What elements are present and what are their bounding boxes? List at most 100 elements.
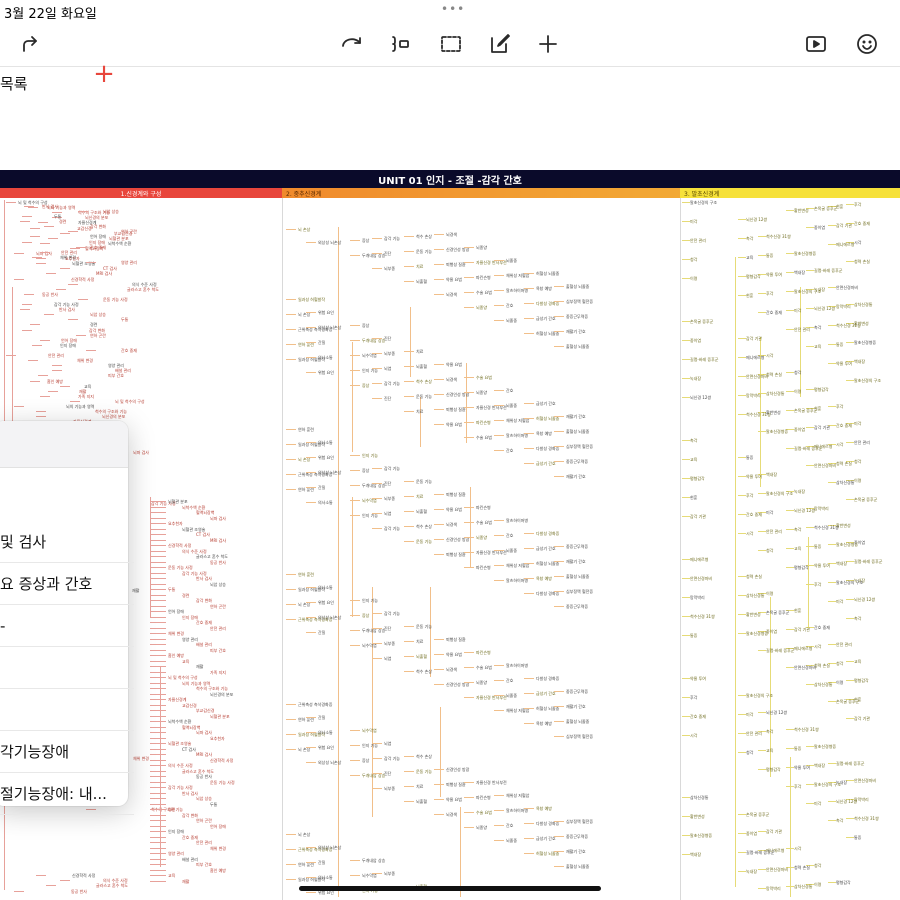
- mindmap-node[interactable]: 알츠하이머병: [506, 518, 528, 523]
- mindmap-node[interactable]: 배설 관리: [196, 642, 212, 647]
- mindmap-node[interactable]: 중증근무력증: [566, 834, 588, 839]
- mindmap-node[interactable]: 퇴행성 질환: [446, 407, 466, 412]
- mindmap-node[interactable]: 감각 기능: [384, 236, 400, 241]
- mindmap-node[interactable]: 망막박리: [766, 886, 781, 891]
- mindmap-node[interactable]: 교육: [746, 255, 753, 260]
- mindmap-node[interactable]: 퇴행성 질환: [446, 552, 466, 557]
- mindmap-node[interactable]: 증상: [362, 758, 369, 763]
- outline-item[interactable]: -: [0, 605, 134, 647]
- mindmap-node[interactable]: 길랭-바레 증후군: [746, 850, 774, 855]
- mindmap-node[interactable]: 욕창 예방: [536, 286, 552, 291]
- mindmap-node[interactable]: 인지 장애: [182, 615, 198, 620]
- mindmap-node[interactable]: 촉각: [814, 325, 821, 330]
- mindmap-node[interactable]: 간질: [318, 715, 325, 720]
- mindmap-node[interactable]: 후각: [690, 695, 697, 700]
- mindmap-node[interactable]: 감각 기관: [766, 829, 782, 834]
- mindmap-node[interactable]: 뇌종양: [476, 680, 487, 685]
- mindmap-node[interactable]: 뇌부종: [384, 351, 395, 356]
- mindmap-node[interactable]: 뇌경색: [446, 232, 457, 237]
- mindmap-node[interactable]: 청각: [794, 370, 801, 375]
- outline-item[interactable]: 및 검사: [0, 521, 134, 563]
- mindmap-node[interactable]: 재활기 간호: [566, 704, 586, 709]
- mindmap-node[interactable]: 말초신경의 구조: [746, 693, 773, 698]
- mindmap-node[interactable]: 뇌 및 척수의 구성: [168, 675, 198, 680]
- mindmap-node[interactable]: 위험 요인: [318, 370, 334, 375]
- mindmap-node[interactable]: 중이염: [794, 427, 805, 432]
- mindmap-node[interactable]: 감각 기관: [836, 223, 852, 228]
- mindmap-node[interactable]: 메니에르병: [794, 646, 812, 651]
- mindmap-node[interactable]: 중증근무력증: [566, 544, 588, 549]
- mindmap-node[interactable]: 영양 관리: [121, 260, 137, 265]
- mindmap-node[interactable]: 뇌압 상승: [103, 209, 119, 214]
- mindmap-node[interactable]: 간호 중재: [814, 625, 830, 630]
- mindmap-node[interactable]: 중증근무력증: [566, 459, 588, 464]
- mindmap-node[interactable]: 삼차신경통: [814, 682, 832, 687]
- mindmap-node[interactable]: 두통: [168, 587, 175, 592]
- mindmap-node[interactable]: 척수신경 31쌍: [794, 727, 819, 732]
- mindmap-node[interactable]: MRI 검사: [196, 752, 212, 757]
- mindmap-node[interactable]: 출혈성 뇌졸중: [566, 864, 589, 869]
- mindmap-node[interactable]: 운동 기능: [416, 769, 432, 774]
- mindmap-node[interactable]: 언어 장애: [210, 824, 226, 829]
- mindmap-node[interactable]: 퇴행성 질환: [446, 492, 466, 497]
- mindmap-node[interactable]: 평형감각: [836, 880, 851, 885]
- mindmap-node[interactable]: 안면신경마비: [854, 778, 876, 783]
- mindmap-node[interactable]: 혈액뇌장벽: [182, 725, 200, 730]
- mindmap-node[interactable]: 뇌졸중: [506, 258, 517, 263]
- mindmap-node[interactable]: 뇌졸중: [506, 403, 517, 408]
- mindmap-node[interactable]: MRI 검사: [96, 271, 112, 276]
- mindmap-node[interactable]: 백내장: [836, 561, 847, 566]
- mindmap-node[interactable]: 교육: [168, 873, 175, 878]
- mindmap-node[interactable]: 말초신경병증: [854, 340, 876, 345]
- mindmap-node[interactable]: 평형감각: [766, 767, 781, 772]
- mindmap-node[interactable]: 이명: [766, 591, 773, 596]
- mindmap-node[interactable]: 파킨슨병: [476, 650, 491, 655]
- mindmap-node[interactable]: 메니에르병: [690, 557, 708, 562]
- mindmap-node[interactable]: 감각 기관: [690, 514, 706, 519]
- mindmap-node[interactable]: 간호: [506, 678, 513, 683]
- mindmap-node[interactable]: 운동 기능: [416, 539, 432, 544]
- mindmap-node[interactable]: 감각 기능 사정: [168, 785, 193, 790]
- mindmap-node[interactable]: 뇌 손상: [298, 227, 310, 232]
- mindmap-node[interactable]: 안전 관리: [690, 238, 706, 243]
- mindmap-node[interactable]: 길랭-바레 증후군: [766, 648, 794, 653]
- mindmap-node[interactable]: 뇌종양: [476, 305, 487, 310]
- mindmap-node[interactable]: 운동 기능 사정: [103, 297, 128, 302]
- mindmap-node[interactable]: 신경학적 사정: [72, 873, 95, 878]
- mindmap-node[interactable]: 외상성 뇌손상: [318, 240, 341, 245]
- select-icon[interactable]: [437, 30, 465, 58]
- mindmap-node[interactable]: 뇌압 상승: [210, 582, 226, 587]
- mindmap-node[interactable]: 감각 변화: [196, 598, 212, 603]
- mindmap-node[interactable]: 운동 기능: [416, 249, 432, 254]
- mindmap-node[interactable]: 감각 기능: [384, 756, 400, 761]
- mindmap-node[interactable]: 뇌척수액 순환: [182, 505, 205, 510]
- mindmap-node[interactable]: 교육: [766, 748, 773, 753]
- mindmap-node[interactable]: 척수신경 31쌍: [766, 234, 791, 239]
- mindmap-node[interactable]: 뇌신경 12쌍: [766, 710, 787, 715]
- mindmap-node[interactable]: 뇌출혈: [416, 509, 427, 514]
- mindmap-node[interactable]: 급성기 간호: [536, 316, 556, 321]
- mindmap-node[interactable]: 뇌염: [384, 741, 391, 746]
- mindmap-node[interactable]: 평형감각: [854, 678, 869, 683]
- mindmap-node[interactable]: 뇌염: [384, 656, 391, 661]
- mindmap-node[interactable]: 삼차신경통: [690, 795, 708, 800]
- mindmap-node[interactable]: 급성기 간호: [536, 691, 556, 696]
- mindmap-node[interactable]: 출혈성 뇌졸중: [566, 574, 589, 579]
- mindmap-node[interactable]: 뇌출혈: [416, 654, 427, 659]
- mindmap-node[interactable]: 이명: [854, 478, 861, 483]
- mindmap-node[interactable]: 치료: [416, 264, 423, 269]
- mindmap-node[interactable]: 파킨슨병: [476, 795, 491, 800]
- mindmap-node[interactable]: 뇌경색: [446, 292, 457, 297]
- mindmap-node[interactable]: 진단: [384, 481, 391, 486]
- mindmap-node[interactable]: 백내장: [814, 763, 825, 768]
- mindmap-node[interactable]: 뇌경색: [446, 522, 457, 527]
- mindmap-node[interactable]: 재활기 간호: [566, 414, 586, 419]
- mindmap-node[interactable]: 글라스고 혼수 척도: [196, 554, 228, 559]
- mindmap-node[interactable]: 체위 변경: [168, 631, 184, 636]
- mindmap-node[interactable]: 감각 기관: [814, 425, 830, 430]
- mindmap-node[interactable]: 감각 기능: [384, 466, 400, 471]
- mindmap-node[interactable]: 교육: [690, 457, 697, 462]
- mindmap-node[interactable]: 시각: [814, 644, 821, 649]
- mindmap-node[interactable]: 뇌신경 12쌍: [746, 217, 767, 222]
- mindmap-node[interactable]: 치료: [416, 784, 423, 789]
